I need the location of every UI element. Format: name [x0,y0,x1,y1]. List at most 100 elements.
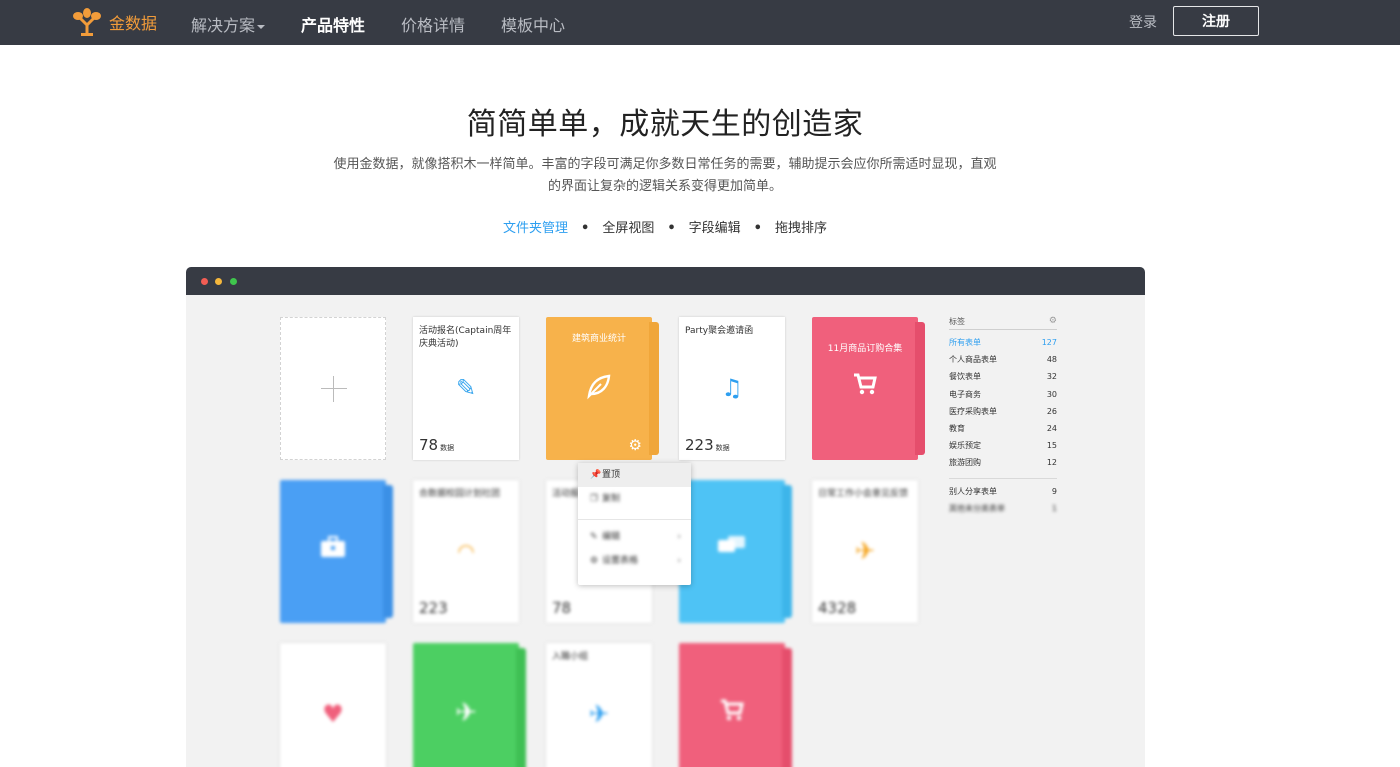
plane-icon: ✈ [455,698,477,728]
app-window-mockup: 活动报名(Captain周年庆典活动) ✎ 78 数据 建筑商业统计 ⚙ Part… [186,267,1145,767]
menu-item-label: 复制 [602,494,621,504]
menu-item-label: 置顶 [602,470,621,480]
brand-name: 金数据 [109,14,158,33]
count-value: 223 [419,599,448,617]
form-card[interactable]: 入職小组 ✈ [546,643,652,767]
count-unit: 数据 [440,444,455,452]
form-card[interactable]: Party聚会邀请函 ♫ 223 数据 [679,317,785,460]
nav-templates[interactable]: 模板中心 [501,12,565,36]
top-nav: 金数据 解决方案 产品特性 价格详情 模板中心 登录 注册 [0,0,1400,45]
folder-card[interactable]: 建筑商业统计 ⚙ [546,317,659,460]
sidebar-item-all-forms[interactable]: 所有表单 127 [949,334,1057,351]
sidebar-item-label: 教育 [949,423,965,433]
briefcase-icon [280,535,386,565]
form-card[interactable]: 合数据校园计划社团 ◠ 223 [413,480,519,623]
window-titlebar [186,267,1145,295]
gear-icon[interactable]: ⚙ [629,436,642,454]
menu-item-settings[interactable]: ⚙ 设置表格 › [578,549,691,573]
sidebar-item-travel[interactable]: 旅游团购 12 [949,454,1057,471]
new-form-card[interactable] [280,317,386,460]
sidebar-item-count: 48 [1046,355,1057,365]
card-count: 223 数据 [685,436,730,454]
folder-title: 建筑商业统计 [571,334,626,344]
tab-folder-management[interactable]: 文件夹管理 [503,217,568,236]
sidebar-item-count: 127 [1041,338,1057,347]
sidebar-item-medical[interactable]: 医疗采购表单 26 [949,403,1057,420]
sidebar-item-label: 别人分享表单 [949,486,997,496]
sidebar-item-label: 餐饮表单 [949,372,981,382]
count-unit: 数据 [715,444,730,452]
caret-down-icon [257,24,266,29]
sidebar-item-label: 所有表单 [949,338,981,347]
tree-logo-icon [73,8,101,36]
card-title: 入職小组 [552,652,589,662]
cart-icon [812,372,918,403]
settings-icon: ⚙ [590,556,599,566]
hero-description: 使用金数据，就像搭积木一样简单。丰富的字段可满足你多数日常任务的需要，辅助提示会… [305,154,1025,198]
heart-icon: ♥ [322,700,344,728]
minimize-dot [215,278,222,285]
nav-features[interactable]: 产品特性 [301,12,365,36]
sidebar-item-ecommerce[interactable]: 电子商务 30 [949,386,1057,403]
login-link[interactable]: 登录 [1129,12,1157,32]
sidebar-item-education[interactable]: 教育 24 [949,420,1057,437]
card-title: 合数据校园计划社团 [419,489,501,499]
card-count: 78 [552,599,571,617]
brand-logo[interactable]: 金数据 [72,7,157,37]
pin-icon: 📌 [590,470,602,480]
folder-card[interactable] [280,480,393,623]
form-card[interactable]: 日常工作小会意见反馈 ✈ 4328 [812,480,918,623]
sidebar-item-count: 1 [1051,503,1057,513]
sidebar-item-catering[interactable]: 餐饮表单 32 [949,368,1057,385]
folder-card[interactable] [679,480,792,623]
menu-item-label: 编辑 [602,532,621,542]
sidebar-item-label: 其他未分类表单 [949,503,1005,513]
card-count: 4328 [818,599,856,617]
sidebar-item-label: 电子商务 [949,389,981,399]
folder-card[interactable]: 11月商品订购合集 [812,317,925,460]
sidebar-item-count: 32 [1046,372,1057,382]
sidebar-item-label: 旅游团购 [949,458,981,468]
tab-fullscreen-view[interactable]: 全屏视图 [602,217,654,236]
folder-card[interactable]: ✈ [413,643,526,767]
sidebar-item-entertainment[interactable]: 娱乐预定 15 [949,437,1057,454]
separator-dot: • [753,221,762,236]
sidebar-item-count: 26 [1046,406,1057,416]
menu-item-edit[interactable]: ✎ 编辑 › [578,525,691,549]
sidebar-item-label: 个人商品表单 [949,355,997,365]
copy-icon: ❐ [590,494,599,504]
card-title: 日常工作小会意见反馈 [818,489,909,499]
card-count: 223 [419,599,448,617]
chevron-right-icon: › [677,532,681,542]
sidebar-item-count: 24 [1046,423,1057,433]
form-card[interactable]: ♥ [280,643,386,767]
pencil-icon: ✎ [455,374,477,402]
sidebar-item-count: 15 [1046,441,1057,451]
gear-icon[interactable]: ⚙ [1049,316,1057,326]
form-card[interactable]: 活动报名(Captain周年庆典活动) ✎ 78 数据 [413,317,519,460]
count-value: 4328 [818,599,857,617]
leaf-icon [546,372,652,407]
card-title: Party聚会邀请函 [685,326,754,336]
sidebar-item-personal-goods[interactable]: 个人商品表单 48 [949,351,1057,368]
menu-item-label: 设置表格 [602,556,639,566]
plus-icon [321,376,347,402]
card-title: 活动报名(Captain周年庆典活动) [419,326,512,349]
count-value: 78 [552,599,572,617]
nav-solutions[interactable]: 解决方案 [191,12,266,36]
sidebar-item-count: 9 [1051,486,1057,496]
sidebar-item-uncategorized[interactable]: 其他未分类表单 1 [949,500,1057,517]
tab-field-editing[interactable]: 字段编辑 [689,217,741,236]
menu-item-pin[interactable]: 📌置顶 [578,463,691,487]
chevron-right-icon: › [677,556,681,566]
maximize-dot [230,278,237,285]
menu-item-copy[interactable]: ❐ 复制 [578,487,691,511]
tab-drag-sort[interactable]: 拖拽排序 [775,217,827,236]
sidebar-item-shared[interactable]: 别人分享表单 9 [949,483,1057,500]
folder-card[interactable] [679,643,792,767]
nav-solutions-label: 解决方案 [191,16,256,35]
sidebar-item-count: 30 [1046,389,1057,399]
register-button[interactable]: 注册 [1173,6,1259,36]
sidebar-header-label: 标签 [949,317,965,326]
nav-pricing[interactable]: 价格详情 [401,12,465,36]
